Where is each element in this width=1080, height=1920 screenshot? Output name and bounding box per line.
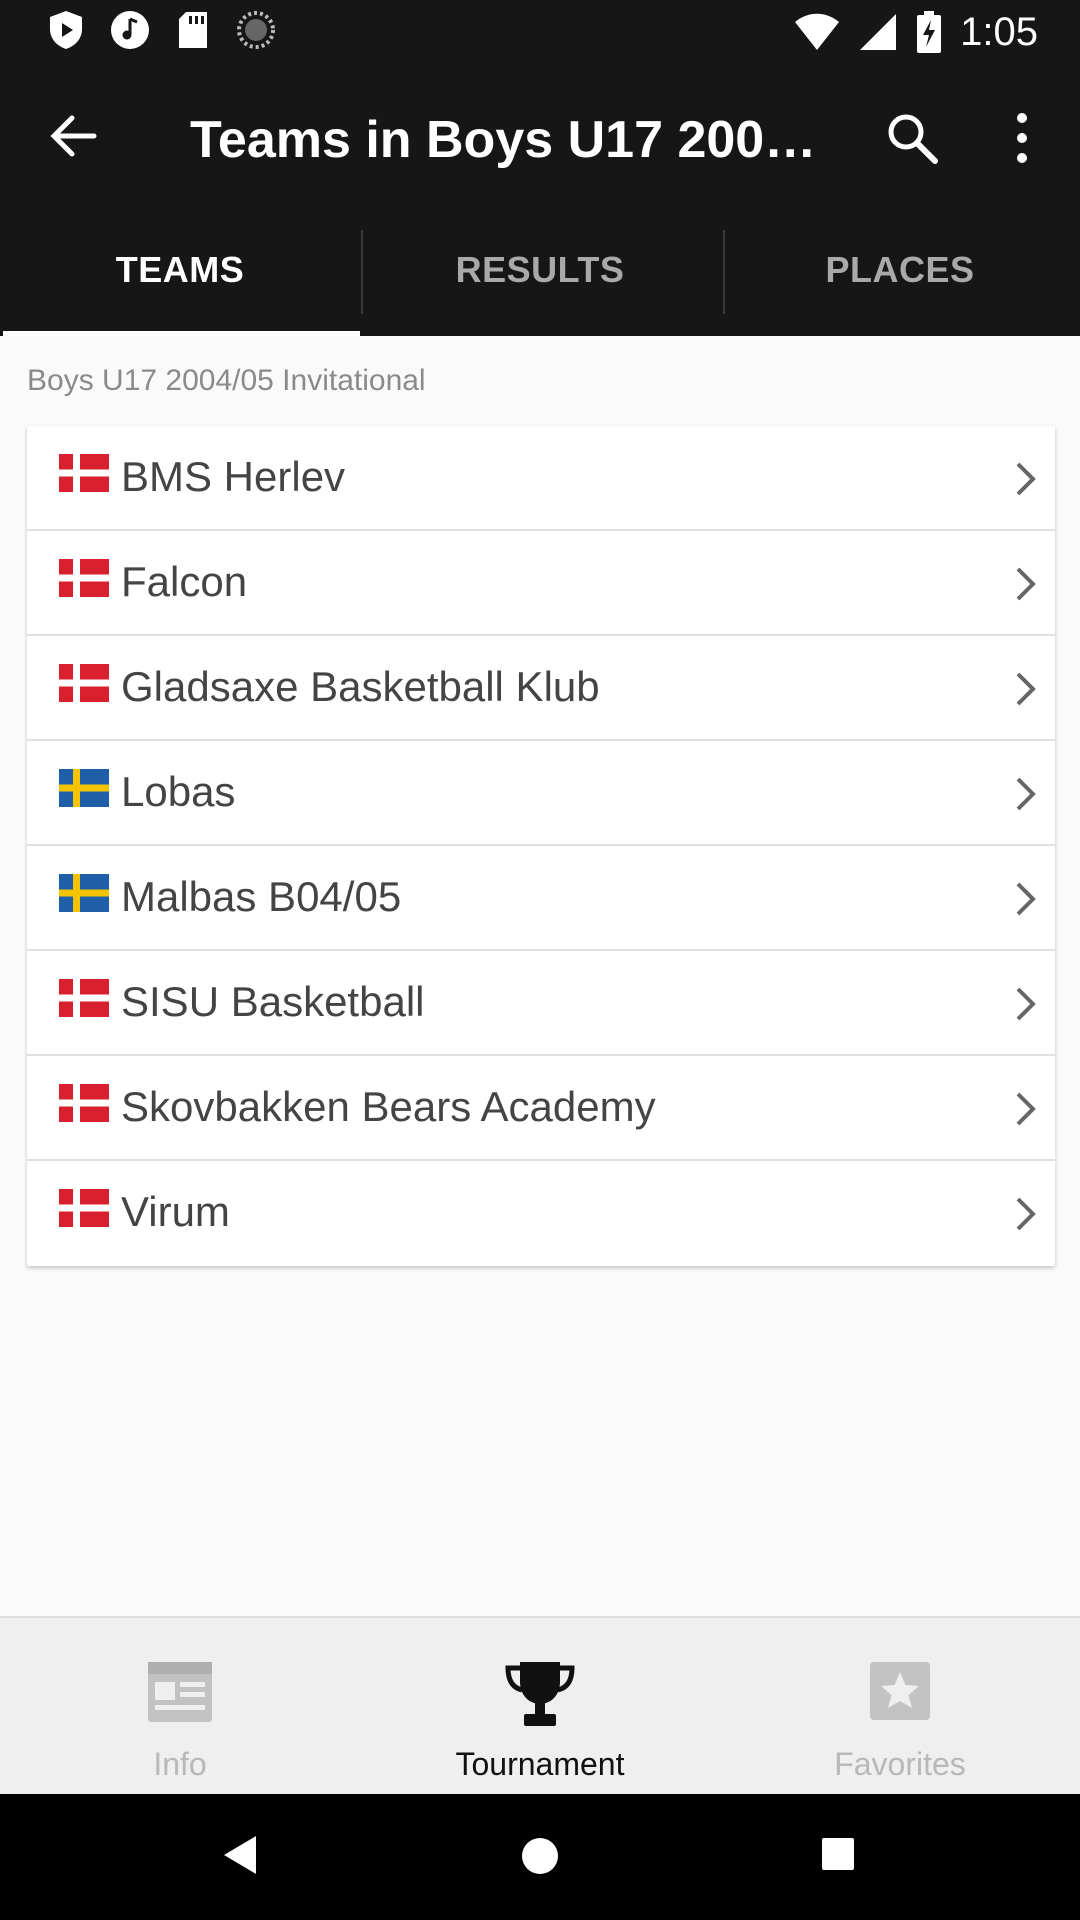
sync-icon — [237, 11, 275, 49]
back-triangle-icon[interactable] — [222, 1834, 258, 1876]
team-name: Falcon — [121, 558, 248, 605]
status-clock: 1:05 — [960, 10, 1038, 54]
team-name: SISU Basketball — [121, 978, 425, 1025]
sweden-flag-icon — [59, 769, 109, 807]
nav-label-tournament: Tournament — [455, 1746, 625, 1782]
system-navigation-bar — [0, 1794, 1080, 1920]
denmark-flag-icon — [59, 979, 109, 1017]
home-circle-icon[interactable] — [520, 1836, 560, 1876]
sweden-flag-icon — [59, 874, 109, 912]
news-icon — [148, 1662, 212, 1722]
battery-charging-icon — [917, 11, 942, 53]
star-icon — [870, 1662, 930, 1720]
wifi-icon — [795, 13, 840, 50]
chevron-right-icon — [1016, 672, 1036, 706]
tab-divider — [361, 230, 363, 314]
tab-results-label: RESULTS — [455, 249, 625, 290]
trophy-icon — [505, 1662, 575, 1726]
denmark-flag-icon — [59, 664, 109, 702]
team-row[interactable]: Virum — [27, 1161, 1055, 1266]
team-name: Skovbakken Bears Academy — [121, 1083, 656, 1130]
denmark-flag-icon — [59, 559, 109, 597]
denmark-flag-icon — [59, 454, 109, 492]
music-icon — [111, 11, 149, 49]
team-row[interactable]: Falcon — [27, 531, 1055, 636]
team-name: Lobas — [121, 768, 236, 815]
tab-results[interactable]: RESULTS — [360, 204, 720, 336]
team-name: Malbas B04/05 — [121, 873, 402, 920]
app-bar: Teams in Boys U17 2004… — [0, 64, 1080, 204]
back-arrow-icon[interactable] — [44, 106, 104, 166]
recents-square-icon[interactable] — [820, 1836, 856, 1872]
tab-places[interactable]: PLACES — [720, 204, 1080, 336]
tab-bar: TEAMS RESULTS PLACES — [0, 204, 1080, 336]
tab-divider — [723, 230, 725, 314]
team-name: Virum — [121, 1188, 230, 1235]
denmark-flag-icon — [59, 1189, 109, 1227]
nav-label-favorites: Favorites — [834, 1746, 966, 1782]
play-protect-icon — [50, 11, 82, 49]
chevron-right-icon — [1016, 567, 1036, 601]
team-row[interactable]: Skovbakken Bears Academy — [27, 1056, 1055, 1161]
chevron-right-icon — [1016, 987, 1036, 1021]
chevron-right-icon — [1016, 882, 1036, 916]
section-label: Boys U17 2004/05 Invitational — [27, 364, 426, 397]
team-name: BMS Herlev — [121, 453, 346, 500]
nav-item-tournament[interactable]: Tournament — [360, 1618, 720, 1794]
nav-item-favorites[interactable]: Favorites — [720, 1618, 1080, 1794]
nav-item-info[interactable]: Info — [0, 1618, 360, 1794]
more-vert-icon[interactable] — [1000, 108, 1044, 168]
sd-card-icon — [179, 12, 207, 48]
team-row[interactable]: SISU Basketball — [27, 951, 1055, 1056]
tab-teams[interactable]: TEAMS — [0, 204, 360, 336]
team-list: BMS Herlev Falcon Gladsaxe Basketball Kl… — [27, 426, 1055, 1266]
chevron-right-icon — [1016, 1092, 1036, 1126]
tab-places-label: PLACES — [825, 249, 975, 290]
team-row[interactable]: Lobas — [27, 741, 1055, 846]
team-row[interactable]: Malbas B04/05 — [27, 846, 1055, 951]
team-row[interactable]: BMS Herlev — [27, 426, 1055, 531]
chevron-right-icon — [1016, 1197, 1036, 1231]
signal-icon — [860, 14, 897, 50]
chevron-right-icon — [1016, 462, 1036, 496]
denmark-flag-icon — [59, 1084, 109, 1122]
status-bar: 1:05 — [0, 0, 1080, 64]
bottom-navigation: Info Tournament Favorites — [0, 1616, 1080, 1794]
team-row[interactable]: Gladsaxe Basketball Klub — [27, 636, 1055, 741]
chevron-right-icon — [1016, 777, 1036, 811]
page-title: Teams in Boys U17 2004… — [190, 111, 830, 169]
nav-label-info: Info — [153, 1746, 207, 1782]
search-icon[interactable] — [882, 108, 942, 168]
team-name: Gladsaxe Basketball Klub — [121, 663, 600, 710]
tab-teams-label: TEAMS — [115, 249, 245, 290]
